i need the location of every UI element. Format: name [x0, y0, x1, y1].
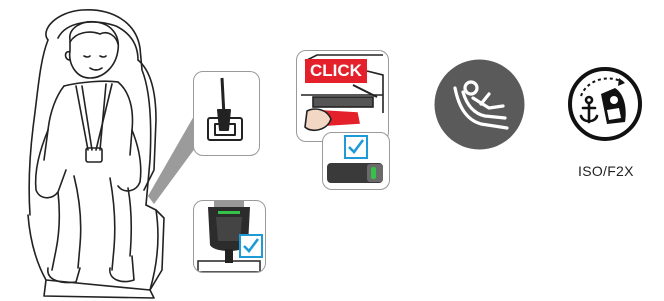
isofix-indicator-panel: [322, 132, 390, 190]
check-icon: [243, 238, 260, 253]
click-label: CLICK: [305, 59, 367, 83]
isofix-anchor-seat-icon: [568, 67, 642, 141]
iso-caption: ISO/F2X: [578, 163, 634, 179]
checkbox-isofix: [344, 135, 368, 159]
recline-seat-icon: [434, 59, 525, 150]
seat-buckle-icon: [207, 77, 243, 141]
check-icon: [348, 139, 365, 154]
buckle-closeup-panel: [193, 71, 260, 156]
isofix-click-panel: CLICK: [296, 50, 389, 142]
checkbox-harness: [239, 234, 263, 258]
harness-adjuster-panel: [193, 200, 266, 273]
